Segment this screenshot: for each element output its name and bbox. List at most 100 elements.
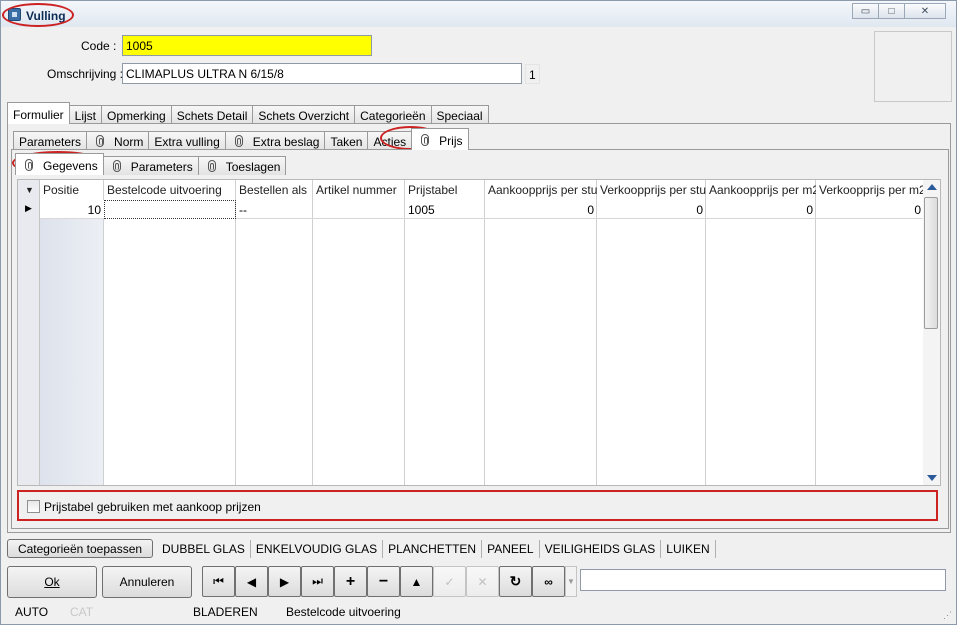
scroll-thumb[interactable] <box>924 197 938 329</box>
maximize-icon: □ <box>888 5 895 17</box>
tab-categorieen[interactable]: Categorieën <box>354 105 432 124</box>
tab-schets-overzicht[interactable]: Schets Overzicht <box>252 105 356 124</box>
tab-label: Parameters <box>130 160 193 174</box>
minimize-button[interactable]: ▭ <box>852 3 879 19</box>
ok-button[interactable]: Ok <box>7 565 97 598</box>
tab-acties[interactable]: Acties <box>367 131 413 150</box>
tab-label: Opmerking <box>107 109 166 123</box>
status-field: Bestelcode uitvoering <box>286 605 401 619</box>
resize-grip-icon[interactable]: ⋰ <box>943 610 952 621</box>
paperclip-icon <box>112 160 121 172</box>
header-sort-icon[interactable]: ▼ <box>22 182 40 202</box>
tab-taken[interactable]: Taken <box>324 131 369 150</box>
table-row-aankoop-stuk[interactable]: 0 <box>485 200 597 219</box>
table-row-bestellen-als[interactable]: -- <box>236 200 313 219</box>
col-sep <box>597 180 706 485</box>
tab-norm[interactable]: Norm <box>86 131 150 150</box>
scroll-down-icon[interactable] <box>927 475 937 481</box>
tab-toeslagen[interactable]: Toeslagen <box>197 156 287 175</box>
first-icon: ⏮ <box>213 574 224 588</box>
maximize-button[interactable]: □ <box>878 3 905 19</box>
search-input[interactable] <box>580 569 946 591</box>
refresh-icon: ↻ <box>509 573 522 589</box>
delete-record-button[interactable]: − <box>367 566 400 597</box>
table-row-artikel[interactable] <box>313 200 405 219</box>
table-row-verkoop-stuk[interactable]: 0 <box>597 200 706 219</box>
tab-extra-beslag[interactable]: Extra beslag <box>224 131 326 150</box>
tab-label: Toeslagen <box>225 160 281 174</box>
category-luiken[interactable]: LUIKEN <box>661 539 716 558</box>
code-input[interactable]: 1005 <box>122 35 372 56</box>
col-sep <box>706 180 816 485</box>
table-row-positie[interactable]: 10 <box>40 200 104 219</box>
prijstabel-checkbox-label[interactable]: Prijstabel gebruiken met aankoop prijzen <box>44 500 261 514</box>
tab-lijst[interactable]: Lijst <box>68 105 103 124</box>
header-bestellen-als[interactable]: Bestellen als <box>236 180 313 200</box>
header-bestelcode[interactable]: Bestelcode uitvoering <box>104 180 236 200</box>
cancel-edit-button[interactable]: ✕ <box>466 566 499 597</box>
category-dubbel-glas[interactable]: DUBBEL GLAS <box>157 539 251 558</box>
edit-record-button[interactable]: ▲ <box>400 566 433 597</box>
tab-prijs-parameters[interactable]: Parameters <box>102 156 199 175</box>
next-record-button[interactable]: ▶ <box>268 566 301 597</box>
category-enkelvoudig-glas[interactable]: ENKELVOUDIG GLAS <box>251 539 384 558</box>
close-button[interactable]: ✕ <box>904 3 946 19</box>
action-bar: Ok Annuleren ⏮ ◀ ▶ ⏭ + − ▲ ✓ ✕ ↻ ∞ ▼ <box>7 565 577 598</box>
category-veiligheids-glas[interactable]: VEILIGHEIDS GLAS <box>540 539 662 558</box>
tab-formulier[interactable]: Formulier <box>7 102 70 124</box>
checkbox-area: Prijstabel gebruiken met aankoop prijzen <box>17 490 937 520</box>
annuleren-button[interactable]: Annuleren <box>102 565 192 598</box>
paperclip-icon <box>234 135 243 147</box>
table-row-verkoop-m2[interactable]: 0 <box>816 200 924 219</box>
omschrijving-input[interactable]: CLIMAPLUS ULTRA N 6/15/8 <box>122 63 522 84</box>
header-verkoop-stuk[interactable]: Verkoopprijs per stuk <box>597 180 706 200</box>
ok-label: Ok <box>44 574 60 589</box>
table-row-bestelcode[interactable] <box>104 200 236 219</box>
header-aankoop-stuk[interactable]: Aankoopprijs per stuk <box>485 180 597 200</box>
category-paneel[interactable]: PANEEL <box>482 539 540 558</box>
header-verkoop-m2[interactable]: Verkoopprijs per m2 <box>816 180 924 200</box>
tab-label: Schets Detail <box>176 109 248 123</box>
tab-extra-vulling[interactable]: Extra vulling <box>148 131 226 150</box>
main-tabs: Formulier Lijst Opmerking Schets Detail … <box>7 102 489 124</box>
preview-image <box>874 31 952 102</box>
tab-label: Lijst <box>74 109 97 123</box>
post-record-button[interactable]: ✓ <box>433 566 466 597</box>
tab-gegevens[interactable]: Gegevens <box>15 153 104 175</box>
header-artikel-nummer[interactable]: Artikel nummer <box>313 180 405 200</box>
first-record-button[interactable]: ⏮ <box>202 566 235 597</box>
table-row-prijstabel[interactable]: 1005 <box>405 200 485 219</box>
previous-record-button[interactable]: ◀ <box>235 566 268 597</box>
last-record-button[interactable]: ⏭ <box>301 566 334 597</box>
tab-label: Acties <box>373 135 407 149</box>
refresh-button[interactable]: ↻ <box>499 566 532 597</box>
window: Vulling ▭ □ ✕ Code : 1005 Omschrijving :… <box>0 0 957 625</box>
header-positie[interactable]: Positie <box>40 180 104 200</box>
window-controls: ▭ □ ✕ <box>852 3 946 19</box>
header-prijstabel[interactable]: Prijstabel <box>405 180 485 200</box>
row-selector-column <box>18 180 40 485</box>
price-grid[interactable]: ▼ Positie Bestelcode uitvoering Bestelle… <box>17 179 941 486</box>
col-sep <box>104 180 236 485</box>
add-record-button[interactable]: + <box>334 566 367 597</box>
tab-prijs[interactable]: Prijs <box>411 128 469 150</box>
next-icon: ▶ <box>279 574 290 589</box>
tab-schets-detail[interactable]: Schets Detail <box>170 105 254 124</box>
scroll-up-icon[interactable] <box>927 184 937 190</box>
tab-label: Categorieën <box>360 109 426 123</box>
tab-label: Extra beslag <box>252 135 320 149</box>
apply-categories-button[interactable]: Categorieën toepassen <box>7 539 153 558</box>
tab-label: Parameters <box>19 135 82 149</box>
grid-vertical-scrollbar[interactable] <box>923 180 940 485</box>
up-icon: ▲ <box>410 574 423 589</box>
tab-opmerking[interactable]: Opmerking <box>101 105 172 124</box>
search-button[interactable]: ∞ <box>532 566 565 597</box>
table-row-aankoop-m2[interactable]: 0 <box>706 200 816 219</box>
search-dropdown-button[interactable]: ▼ <box>565 566 577 597</box>
header-aankoop-m2[interactable]: Aankoopprijs per m2 <box>706 180 816 200</box>
tab-parameters[interactable]: Parameters <box>13 131 88 150</box>
remove-icon: − <box>378 572 389 590</box>
prijstabel-checkbox[interactable] <box>27 500 40 513</box>
category-planchetten[interactable]: PLANCHETTEN <box>383 539 483 558</box>
tab-speciaal[interactable]: Speciaal <box>430 105 489 124</box>
